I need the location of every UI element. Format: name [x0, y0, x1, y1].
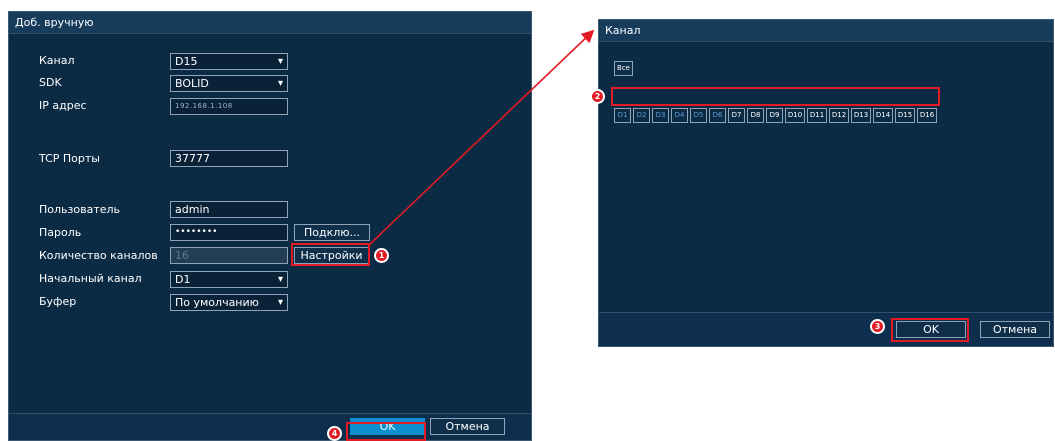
cancel-button[interactable]: Отмена	[430, 418, 505, 435]
step-marker-3: 3	[870, 319, 885, 334]
channel-dialog-footer: OK Отмена	[599, 312, 1053, 346]
channel-checkbox-d1[interactable]: D1	[614, 108, 631, 123]
label-ip: IP адрес	[39, 99, 87, 112]
channel-checkbox-d2[interactable]: D2	[633, 108, 650, 123]
label-start-channel: Начальный канал	[39, 272, 142, 285]
ok-button[interactable]: OK	[350, 418, 425, 435]
channel-checkbox-d4[interactable]: D4	[671, 108, 688, 123]
channel-checkbox-d3[interactable]: D3	[652, 108, 669, 123]
channel-cancel-button[interactable]: Отмена	[980, 321, 1050, 338]
channel-checkbox-d14[interactable]: D14	[873, 108, 893, 123]
channel-checkbox-d6[interactable]: D6	[709, 108, 726, 123]
channel-ok-button[interactable]: OK	[896, 321, 966, 338]
dialog-title: Доб. вручную	[9, 12, 531, 34]
channel-checkbox-d8[interactable]: D8	[747, 108, 764, 123]
channel-dialog-title: Канал	[599, 20, 1053, 42]
channel-checkbox-d11[interactable]: D11	[807, 108, 827, 123]
label-password: Пароль	[39, 226, 82, 239]
password-field[interactable]: ••••••••	[170, 224, 288, 241]
select-all-button[interactable]: Все	[614, 61, 633, 76]
dialog-footer: OK Отмена	[9, 413, 531, 440]
label-buffer: Буфер	[39, 295, 77, 308]
add-manually-dialog: Доб. вручную Канал D15 SDK BOLID IP адре…	[8, 11, 532, 441]
buffer-select[interactable]: По умолчанию	[170, 294, 288, 311]
connect-button[interactable]: Подклю...	[294, 224, 370, 241]
start-channel-select[interactable]: D1	[170, 271, 288, 288]
step-marker-4: 4	[327, 426, 342, 441]
ip-address-field[interactable]: 192.168.1.108	[170, 98, 288, 115]
channel-checkbox-d7[interactable]: D7	[728, 108, 745, 123]
label-tcp-port: TCP Порты	[39, 152, 100, 165]
tcp-port-field[interactable]: 37777	[170, 150, 288, 167]
channel-checkbox-d10[interactable]: D10	[785, 108, 805, 123]
label-channel: Канал	[39, 54, 75, 67]
channel-checkbox-d12[interactable]: D12	[829, 108, 849, 123]
channel-checkbox-d16[interactable]: D16	[917, 108, 937, 123]
label-channel-count: Количество каналов	[39, 249, 158, 262]
channel-checkbox-d13[interactable]: D13	[851, 108, 871, 123]
step-marker-2: 2	[590, 89, 605, 104]
settings-button[interactable]: Настройки	[294, 247, 369, 264]
username-field[interactable]: admin	[170, 201, 288, 218]
channel-checkbox-d15[interactable]: D15	[895, 108, 915, 123]
channel-dialog: Канал Все D1 D2 D3 D4 D5 D6 D7 D8 D9 D10 D11 D12 D13…	[598, 19, 1054, 347]
label-user: Пользователь	[39, 203, 121, 216]
channel-checkbox-d9[interactable]: D9	[766, 108, 783, 123]
label-sdk: SDK	[39, 76, 62, 89]
sdk-select[interactable]: BOLID	[170, 75, 288, 92]
step-marker-1: 1	[374, 248, 389, 263]
channel-select[interactable]: D15	[170, 53, 288, 70]
channel-count-field: 16	[170, 247, 288, 264]
channel-checkbox-d5[interactable]: D5	[690, 108, 707, 123]
